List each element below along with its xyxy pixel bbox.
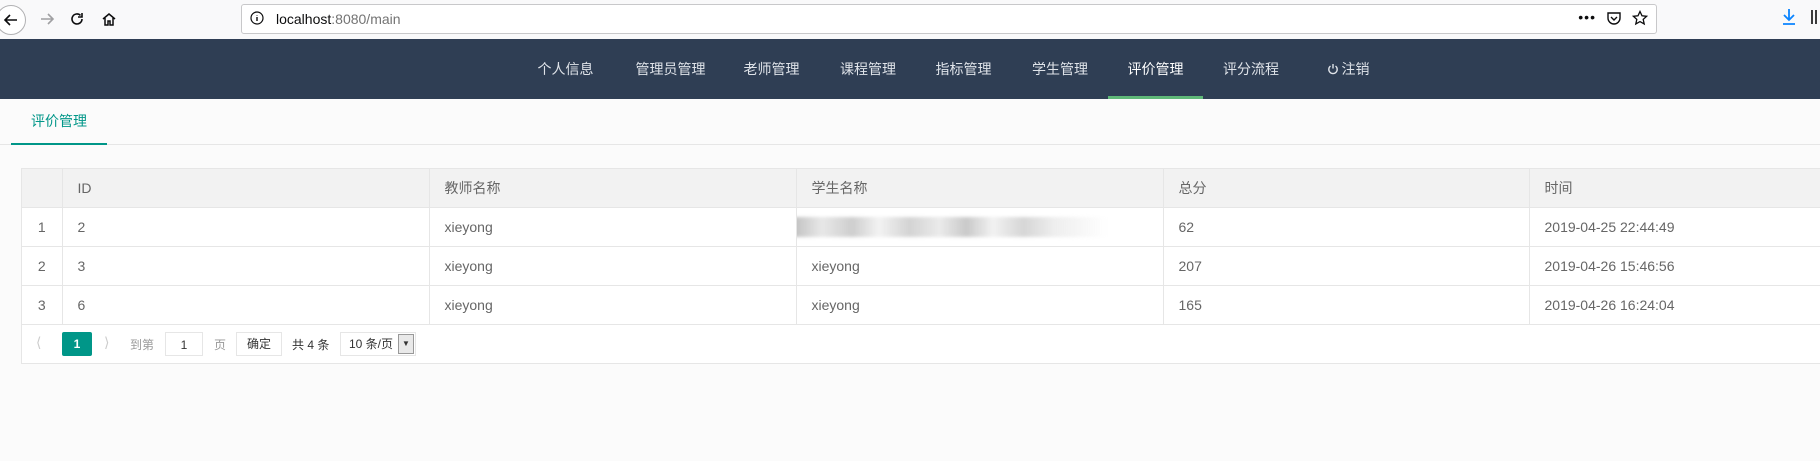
- home-icon: [102, 13, 116, 26]
- table-row[interactable]: 2 3 xieyong xieyong 207 2019-04-26 15:46…: [22, 246, 1820, 286]
- nav-item-scoring-process[interactable]: 评分流程: [1209, 39, 1293, 99]
- forward-button[interactable]: [34, 6, 60, 32]
- nav-item-logout[interactable]: 注销: [1312, 39, 1384, 99]
- cell-time: 2019-04-25 22:44:49: [1529, 207, 1820, 247]
- address-bar[interactable]: localhost:8080/main •••: [241, 4, 1657, 34]
- row-number: 3: [22, 285, 63, 325]
- nav-item-admin-management[interactable]: 管理员管理: [621, 39, 720, 99]
- back-arrow-icon: [3, 14, 17, 26]
- reload-button[interactable]: [64, 6, 90, 32]
- forward-arrow-icon: [41, 13, 55, 25]
- table-row[interactable]: 1 2 xieyong 62 2019-04-25 22:44:49: [22, 207, 1820, 247]
- home-button[interactable]: [96, 6, 122, 32]
- page-number-input[interactable]: 1: [165, 332, 203, 356]
- sub-tab-bar: 评价管理: [0, 99, 1820, 145]
- download-icon[interactable]: [1781, 8, 1797, 31]
- header-time[interactable]: 时间: [1529, 169, 1820, 208]
- header-teacher-name[interactable]: 教师名称: [429, 169, 797, 208]
- pagination: ⟨ 1 ⟩ 到第 1 页 确定 共 4 条 10 条/页 ▼: [22, 325, 1820, 363]
- chevron-right-icon[interactable]: ⟩: [104, 334, 109, 351]
- cell-student-name: xieyong: [796, 246, 1164, 286]
- url-host: localhost: [276, 11, 332, 27]
- row-number: 2: [22, 246, 63, 286]
- header-student-name[interactable]: 学生名称: [796, 169, 1164, 208]
- page-size-value: 10 条/页: [349, 337, 394, 351]
- cell-id: 2: [62, 207, 430, 247]
- cell-time: 2019-04-26 16:24:04: [1529, 285, 1820, 325]
- tab-evaluation-management[interactable]: 评价管理: [11, 99, 107, 145]
- browser-toolbar: localhost:8080/main •••: [0, 0, 1820, 40]
- cell-total-score: 165: [1163, 285, 1530, 325]
- cell-student-name: [796, 207, 1164, 247]
- cell-teacher-name: xieyong: [429, 246, 797, 286]
- cell-time: 2019-04-26 15:46:56: [1529, 246, 1820, 286]
- main-navigation: 个人信息 管理员管理 老师管理 课程管理 指标管理 学生管理 评价管理 评分流程…: [0, 39, 1820, 99]
- cell-teacher-name: xieyong: [429, 285, 797, 325]
- chevron-left-icon[interactable]: ⟨: [36, 334, 41, 351]
- bookmark-star-icon[interactable]: [1631, 9, 1649, 31]
- nav-item-indicator-management[interactable]: 指标管理: [922, 39, 1005, 99]
- goto-label: 到第: [130, 338, 155, 352]
- table-row[interactable]: 3 6 xieyong xieyong 165 2019-04-26 16:24…: [22, 285, 1820, 325]
- header-id[interactable]: ID: [62, 169, 430, 208]
- header-total-score[interactable]: 总分: [1163, 169, 1530, 208]
- nav-item-evaluation-management[interactable]: 评价管理: [1108, 39, 1203, 99]
- table-header-row: ID 教师名称 学生名称 总分 时间: [22, 169, 1820, 208]
- cell-teacher-name: xieyong: [429, 207, 797, 247]
- pocket-icon[interactable]: [1606, 10, 1622, 31]
- power-icon: [1327, 40, 1339, 100]
- page-actions-menu-icon[interactable]: •••: [1578, 9, 1596, 25]
- cell-total-score: 62: [1163, 207, 1530, 247]
- nav-item-personal-info[interactable]: 个人信息: [520, 39, 611, 99]
- reload-icon: [71, 13, 83, 25]
- url-path: :8080/main: [331, 11, 401, 27]
- info-icon[interactable]: [250, 11, 264, 30]
- confirm-button[interactable]: 确定: [236, 332, 282, 356]
- cell-total-score: 207: [1163, 246, 1530, 286]
- redacted-text: [796, 217, 1107, 237]
- logout-label: 注销: [1341, 61, 1370, 77]
- page-current-button[interactable]: 1: [62, 332, 92, 356]
- back-button[interactable]: [0, 5, 26, 35]
- evaluation-table: ID 教师名称 学生名称 总分 时间 1 2 xieyong 62 2019-0…: [21, 168, 1820, 364]
- url-text: localhost:8080/main: [276, 11, 401, 27]
- total-count: 共 4 条: [292, 338, 330, 352]
- cell-student-name: xieyong: [796, 285, 1164, 325]
- nav-item-teacher-management[interactable]: 老师管理: [730, 39, 813, 99]
- cell-id: 6: [62, 285, 430, 325]
- cell-id: 3: [62, 246, 430, 286]
- dropdown-arrow-icon[interactable]: ▼: [398, 334, 414, 354]
- page-size-select[interactable]: 10 条/页 ▼: [340, 332, 416, 356]
- nav-item-student-management[interactable]: 学生管理: [1018, 39, 1102, 99]
- row-number: 1: [22, 207, 63, 247]
- nav-item-course-management[interactable]: 课程管理: [826, 39, 910, 99]
- library-icon[interactable]: [1810, 8, 1820, 31]
- header-row-number: [22, 169, 63, 208]
- page-label: 页: [214, 338, 227, 352]
